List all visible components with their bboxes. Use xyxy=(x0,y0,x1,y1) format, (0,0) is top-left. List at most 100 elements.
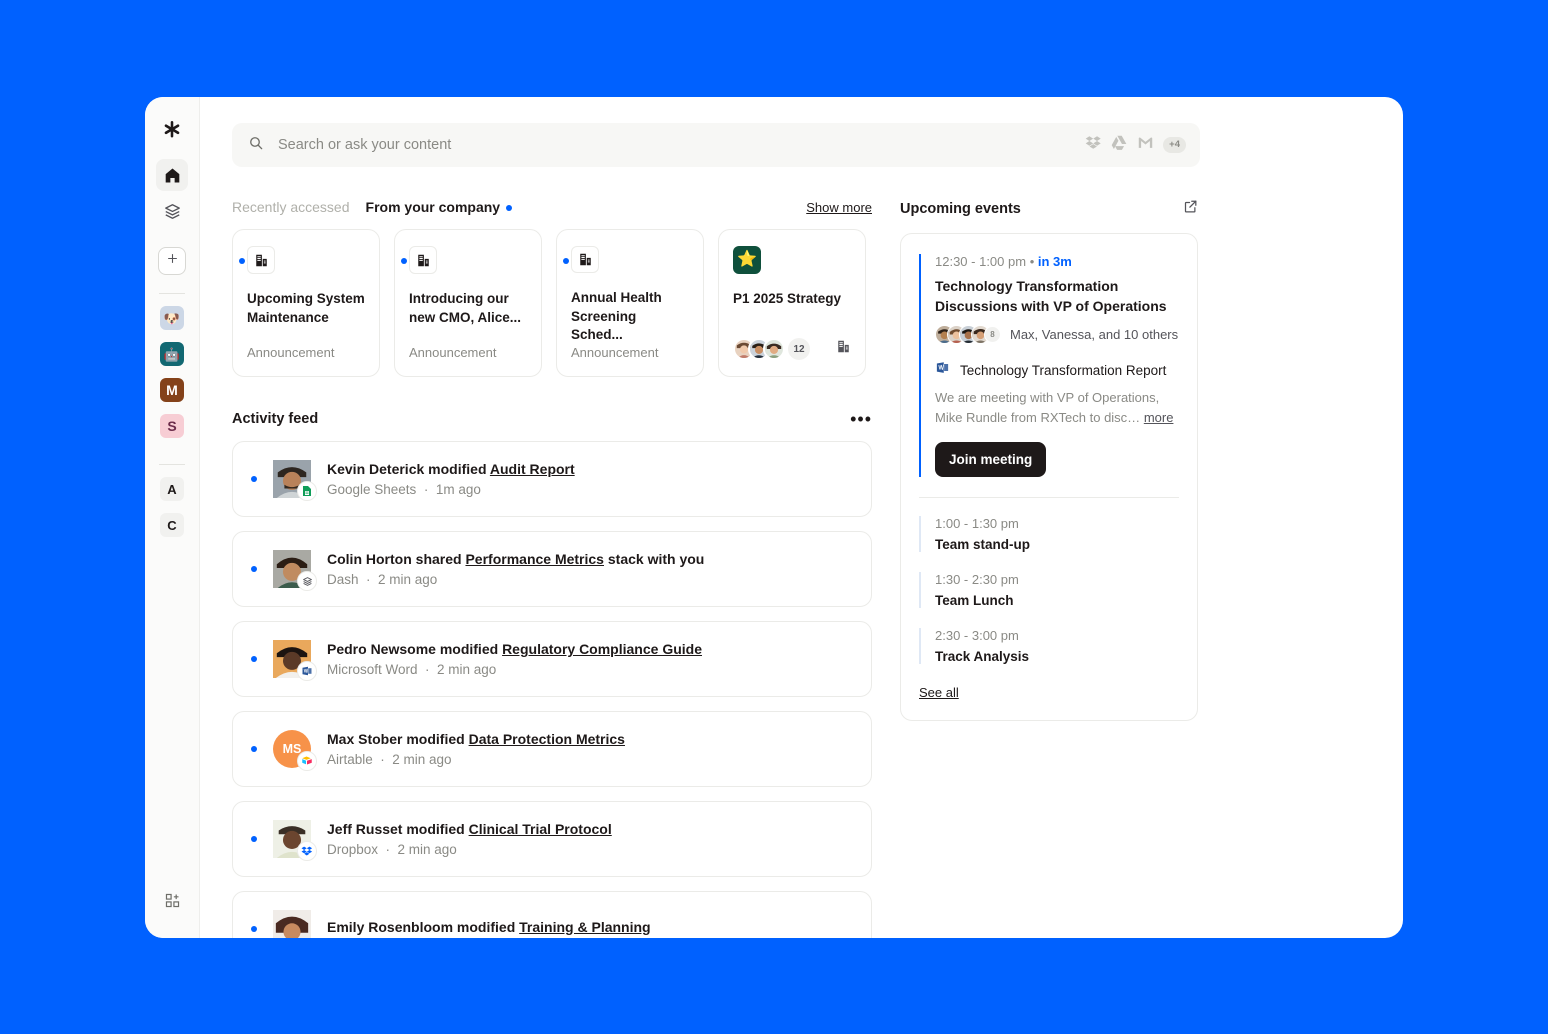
activity-feed-header: Activity feed ••• xyxy=(232,410,872,428)
activity-app: Google Sheets xyxy=(327,482,417,497)
recent-card[interactable]: Annual Health Screening Sched... Announc… xyxy=(556,229,704,377)
sidebar-workspace-a[interactable]: A xyxy=(160,477,184,501)
recent-cards: Upcoming System Maintenance Announcement… xyxy=(232,229,872,377)
s-letter-icon: S xyxy=(167,418,177,434)
show-more-link[interactable]: Show more xyxy=(806,200,872,215)
recent-card[interactable]: Upcoming System Maintenance Announcement xyxy=(232,229,380,377)
card-subtitle: Announcement xyxy=(409,345,497,360)
sidebar-app-robot[interactable]: 🤖 xyxy=(160,342,184,366)
activity-meta: Google Sheets · 1m ago xyxy=(327,482,481,497)
event-attachment[interactable]: Technology Transformation Report xyxy=(935,360,1179,380)
activity-item[interactable]: Jeff Russet modified Clinical Trial Prot… xyxy=(232,801,872,877)
recent-tabs: Recently accessed From your company xyxy=(232,199,513,215)
grid-plus-icon xyxy=(164,892,181,909)
activity-app: Dash xyxy=(327,572,359,587)
activity-target[interactable]: Audit Report xyxy=(490,461,575,477)
see-all-events-link[interactable]: See all xyxy=(919,685,959,700)
google-drive-icon[interactable] xyxy=(1111,134,1128,156)
featured-event[interactable]: 12:30 - 1:00 pm • in 3m Technology Trans… xyxy=(919,254,1179,478)
unread-dot xyxy=(251,476,257,482)
upcoming-event-item[interactable]: 1:00 - 1:30 pm Team stand-up xyxy=(919,516,1179,553)
a-letter-icon: A xyxy=(167,481,177,497)
avatar-with-badge xyxy=(273,550,317,591)
card-title: Upcoming System Maintenance xyxy=(247,291,365,325)
dropbox-icon[interactable] xyxy=(1085,134,1102,156)
activity-item[interactable]: Pedro Newsome modified Regulatory Compli… xyxy=(232,621,872,697)
event-time: 2:30 - 3:00 pm xyxy=(935,628,1019,644)
activity-target[interactable]: Data Protection Metrics xyxy=(469,731,625,747)
search-bar[interactable]: +4 xyxy=(232,123,1200,167)
dropbox-icon xyxy=(297,841,317,861)
avatar-with-badge xyxy=(273,820,317,861)
activity-time: 1m ago xyxy=(435,482,481,497)
activity-target[interactable]: Performance Metrics xyxy=(465,551,604,567)
asterisk-logo[interactable] xyxy=(155,113,189,147)
activity-time: 2 min ago xyxy=(437,662,497,677)
upcoming-event-item[interactable]: 1:30 - 2:30 pm Team Lunch xyxy=(919,572,1179,609)
activity-target[interactable]: Training & Planning xyxy=(519,919,650,935)
activity-target[interactable]: Clinical Trial Protocol xyxy=(469,821,612,837)
external-link-icon[interactable] xyxy=(1183,199,1198,219)
avatar-with-badge: MS xyxy=(273,730,317,771)
unread-dot xyxy=(239,258,245,264)
microsoft-word-icon xyxy=(935,360,950,380)
upcoming-event-item[interactable]: 2:30 - 3:00 pm Track Analysis xyxy=(919,628,1179,665)
activity-line: Jeff Russet modified Clinical Trial Prot… xyxy=(327,821,612,837)
tab-recently-accessed[interactable]: Recently accessed xyxy=(232,199,350,215)
layers-icon xyxy=(163,202,182,221)
member-avatars: 12 xyxy=(733,338,810,360)
activity-time: 2 min ago xyxy=(378,572,438,587)
event-time: 12:30 - 1:00 pm xyxy=(935,254,1027,269)
unread-dot xyxy=(251,656,257,662)
activity-time: 2 min ago xyxy=(397,842,457,857)
recent-card-stack[interactable]: ⭐ P1 2025 Strategy 12 xyxy=(718,229,866,377)
upcoming-events-title: Upcoming events xyxy=(900,201,1021,217)
add-apps-button[interactable] xyxy=(156,884,188,916)
event-name: Team Lunch xyxy=(935,593,1014,609)
activity-item[interactable]: MS Max Stober modified Data Protection M… xyxy=(232,711,872,787)
airtable-icon xyxy=(297,751,317,771)
sidebar-app-m[interactable]: M xyxy=(160,378,184,402)
card-footer: 12 xyxy=(733,338,851,360)
sidebar-app-dog[interactable]: 🐶 xyxy=(160,306,184,330)
activity-actor: Pedro Newsome xyxy=(327,641,436,657)
c-letter-icon: C xyxy=(167,517,177,533)
avatar xyxy=(273,910,311,938)
sidebar-workspace-c[interactable]: C xyxy=(160,513,184,537)
event-time-row: 12:30 - 1:00 pm • in 3m xyxy=(935,254,1179,269)
event-title: Technology Transformation Discussions wi… xyxy=(935,278,1167,314)
event-more-link[interactable]: more xyxy=(1144,410,1174,425)
activity-verb: modified xyxy=(406,821,465,837)
sidebar-item-home[interactable] xyxy=(156,159,188,191)
activity-item[interactable]: Emily Rosenbloom modified Training & Pla… xyxy=(232,891,872,938)
activity-item[interactable]: Kevin Deterick modified Audit Report Goo… xyxy=(232,441,872,517)
sidebar-app-s[interactable]: S xyxy=(160,414,184,438)
search-input[interactable] xyxy=(278,137,1086,153)
more-apps-badge[interactable]: +4 xyxy=(1163,137,1186,153)
announcement-doc-icon xyxy=(836,339,851,359)
sidebar-item-stacks[interactable] xyxy=(156,195,188,227)
join-meeting-button[interactable]: Join meeting xyxy=(935,442,1047,478)
activity-app: Dropbox xyxy=(327,842,379,857)
m-letter-icon: M xyxy=(166,382,178,398)
activity-text: Emily Rosenbloom modified Training & Pla… xyxy=(327,919,651,939)
activity-verb: shared xyxy=(415,551,462,567)
announcement-doc-icon xyxy=(409,246,437,274)
activity-app: Microsoft Word xyxy=(327,662,418,677)
event-description-text: We are meeting with VP of Operations, Mi… xyxy=(935,390,1160,425)
activity-text: Colin Horton shared Performance Metrics … xyxy=(327,551,704,587)
unread-dot xyxy=(251,926,257,932)
activity-feed-title: Activity feed xyxy=(232,411,319,427)
tab-from-your-company[interactable]: From your company xyxy=(366,199,513,215)
activity-item[interactable]: Colin Horton shared Performance Metrics … xyxy=(232,531,872,607)
create-button[interactable] xyxy=(158,247,186,275)
gmail-icon[interactable] xyxy=(1137,134,1154,156)
activity-text: Pedro Newsome modified Regulatory Compli… xyxy=(327,641,702,677)
activity-meta: Microsoft Word · 2 min ago xyxy=(327,662,497,677)
activity-feed-menu-button[interactable]: ••• xyxy=(850,410,872,428)
activity-target[interactable]: Regulatory Compliance Guide xyxy=(502,641,702,657)
event-relative-time: in 3m xyxy=(1037,254,1072,269)
event-attachment-title: Technology Transformation Report xyxy=(960,362,1167,378)
recent-card[interactable]: Introducing our new CMO, Alice... Announ… xyxy=(394,229,542,377)
left-rail: 🐶 🤖 M S A C xyxy=(145,97,200,938)
